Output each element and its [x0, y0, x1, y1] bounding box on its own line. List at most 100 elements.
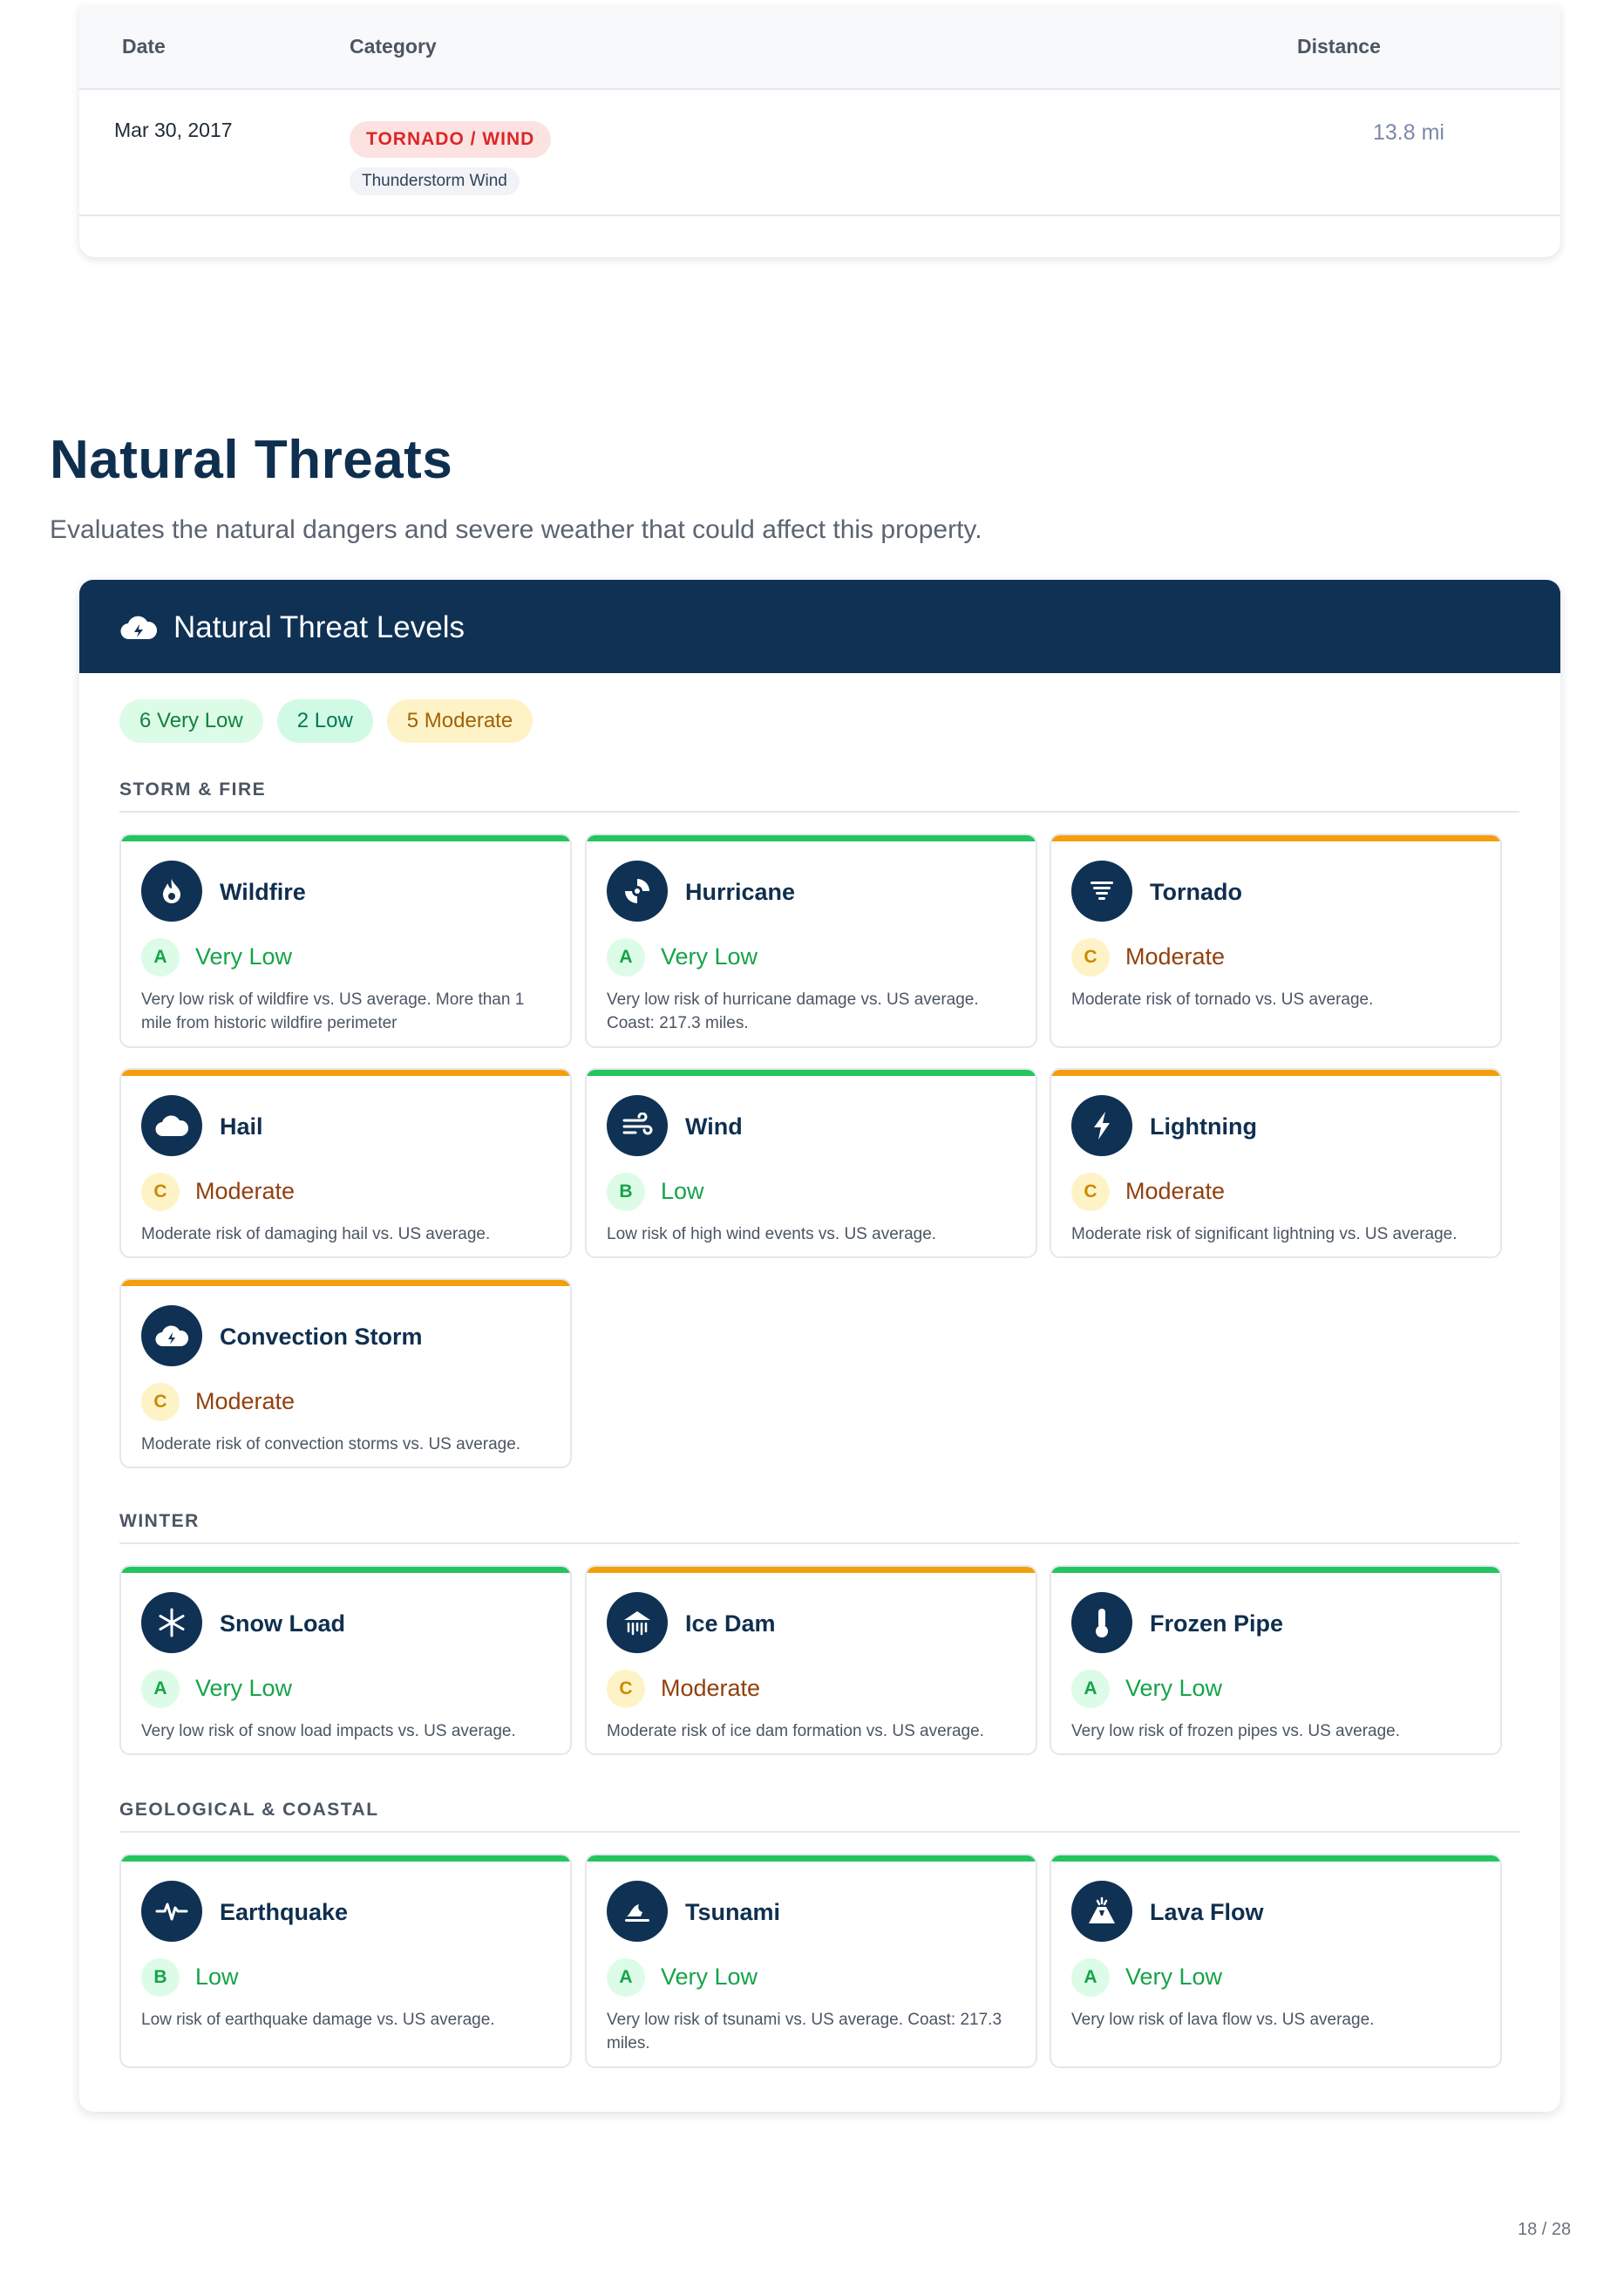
threat-name: Lava Flow	[1150, 1899, 1264, 1925]
category-badge: TORNADO / WIND	[350, 121, 552, 158]
bolt-icon	[1071, 1095, 1132, 1156]
threat-card-earthquake: Earthquake B Low Low risk of earthquake …	[119, 1854, 572, 2068]
summary-moderate-badge: 5 Moderate	[386, 699, 533, 743]
risk-level: Low	[661, 1178, 704, 1204]
threat-name: Tornado	[1150, 879, 1242, 905]
grade-badge: A	[607, 938, 645, 977]
risk-bar	[121, 835, 570, 841]
card-title: Natural Threat Levels	[173, 610, 465, 644]
threat-name: Wind	[685, 1113, 743, 1140]
risk-bar	[121, 1070, 570, 1076]
group-divider	[119, 1831, 1519, 1833]
threat-name: Convection Storm	[220, 1324, 423, 1350]
threat-description: Moderate risk of damaging hail vs. US av…	[141, 1225, 491, 1243]
threat-description: Very low risk of frozen pipes vs. US ave…	[1071, 1722, 1400, 1740]
event-date: Mar 30, 2017	[114, 119, 233, 141]
threat-name: Hurricane	[685, 879, 796, 905]
snowflake-icon	[141, 1592, 202, 1653]
threat-card-hurricane: Hurricane A Very Low Very low risk of hu…	[585, 834, 1037, 1048]
natural-threat-card: Natural Threat Levels 6 Very Low 2 Low 5…	[79, 580, 1560, 2112]
category-subtype: Thunderstorm Wind	[350, 167, 520, 195]
grade-badge: A	[141, 1670, 180, 1708]
risk-level: Moderate	[195, 1388, 296, 1414]
risk-bar	[121, 1855, 570, 1862]
threat-name: Snow Load	[220, 1610, 345, 1637]
threat-name: Lightning	[1150, 1113, 1257, 1140]
group-label-storm-fire: STORM & FIRE	[119, 779, 267, 800]
group-label-geological-coastal: GEOLOGICAL & COASTAL	[119, 1800, 379, 1820]
threat-card-tornado: Tornado C Moderate Moderate risk of torn…	[1050, 834, 1502, 1048]
grade-badge: A	[1071, 1670, 1110, 1708]
risk-level: Moderate	[195, 1178, 296, 1204]
group-divider	[119, 1542, 1519, 1544]
section-title: Natural Threats	[50, 430, 453, 490]
risk-level: Very Low	[1125, 1964, 1223, 1990]
events-table: Date Category Distance Mar 30, 2017 TORN…	[79, 7, 1560, 257]
threat-card-hail: Hail C Moderate Moderate risk of damagin…	[119, 1068, 572, 1258]
threat-description: Moderate risk of convection storms vs. U…	[141, 1435, 521, 1453]
event-distance: 13.8 mi	[1373, 120, 1444, 145]
threat-card-lightning: Lightning C Moderate Moderate risk of si…	[1050, 1068, 1502, 1258]
threat-description: Very low risk of snow load impacts vs. U…	[141, 1722, 516, 1740]
threat-card-snow-load: Snow Load A Very Low Very low risk of sn…	[119, 1565, 572, 1755]
risk-bar	[587, 1855, 1036, 1862]
threat-card-wildfire: Wildfire A Very Low Very low risk of wil…	[119, 834, 572, 1048]
threat-card-wind: Wind B Low Low risk of high wind events …	[585, 1068, 1037, 1258]
risk-bar	[1051, 1855, 1500, 1862]
house-icicles-icon	[607, 1592, 668, 1653]
water-ladder-icon	[607, 1881, 668, 1942]
risk-level: Low	[195, 1964, 239, 1990]
group-divider	[119, 811, 1519, 813]
risk-level: Moderate	[1125, 1178, 1226, 1204]
risk-level: Very Low	[195, 943, 293, 970]
threat-card-ice-dam: Ice Dam C Moderate Moderate risk of ice …	[585, 1565, 1037, 1755]
threat-description: Moderate risk of ice dam formation vs. U…	[607, 1722, 984, 1740]
grade-badge: C	[141, 1383, 180, 1421]
risk-bar	[1051, 1070, 1500, 1076]
risk-bar	[587, 1567, 1036, 1573]
card-header: Natural Threat Levels	[79, 580, 1560, 673]
grade-badge: A	[607, 1958, 645, 1997]
column-header-category: Category	[350, 35, 437, 58]
grade-badge: A	[1071, 1958, 1110, 1997]
column-header-distance: Distance	[1297, 35, 1381, 58]
threat-description: Very low risk of tsunami vs. US average.…	[607, 2011, 1002, 2052]
summary-very-low-badge: 6 Very Low	[119, 699, 263, 743]
threat-card-frozen-pipe: Frozen Pipe A Very Low Very low risk of …	[1050, 1565, 1502, 1755]
risk-bar	[121, 1280, 570, 1286]
risk-bar	[121, 1567, 570, 1573]
risk-level: Very Low	[661, 943, 758, 970]
cloud-bolt-icon	[141, 1305, 202, 1366]
risk-bar	[587, 835, 1036, 841]
wind-icon	[607, 1095, 668, 1156]
threat-description: Low risk of high wind events vs. US aver…	[607, 1225, 937, 1243]
page-number: 18 / 28	[1518, 2220, 1572, 2239]
threat-card-convection-storm: Convection Storm C Moderate Moderate ris…	[119, 1278, 572, 1468]
risk-level: Moderate	[1125, 943, 1226, 970]
section-description: Evaluates the natural dangers and severe…	[50, 515, 982, 544]
volcano-icon	[1071, 1881, 1132, 1942]
column-header-date: Date	[122, 35, 166, 58]
risk-bar	[1051, 1567, 1500, 1573]
grade-badge: C	[141, 1173, 180, 1211]
table-row: Mar 30, 2017 TORNADO / WIND Thunderstorm…	[79, 90, 1560, 216]
table-header: Date Category Distance	[79, 7, 1560, 90]
threat-description: Low risk of earthquake damage vs. US ave…	[141, 2011, 495, 2029]
threat-description: Moderate risk of significant lightning v…	[1071, 1225, 1458, 1243]
grade-badge: B	[607, 1173, 645, 1211]
risk-level: Very Low	[195, 1675, 293, 1701]
grade-badge: A	[141, 938, 180, 977]
threat-name: Wildfire	[220, 879, 306, 905]
threat-name: Earthquake	[220, 1899, 349, 1925]
threat-name: Tsunami	[685, 1899, 781, 1925]
threat-description: Very low risk of hurricane damage vs. US…	[607, 990, 979, 1032]
tornado-icon	[1071, 861, 1132, 922]
group-label-winter: WINTER	[119, 1511, 200, 1531]
threat-description: Very low risk of wildfire vs. US average…	[141, 990, 525, 1032]
heart-pulse-icon	[141, 1881, 202, 1942]
grade-badge: B	[141, 1958, 180, 1997]
thermometer-icon	[1071, 1592, 1132, 1653]
summary-pills: 6 Very Low 2 Low 5 Moderate	[119, 699, 533, 743]
grade-badge: C	[1071, 1173, 1110, 1211]
risk-bar	[587, 1070, 1036, 1076]
